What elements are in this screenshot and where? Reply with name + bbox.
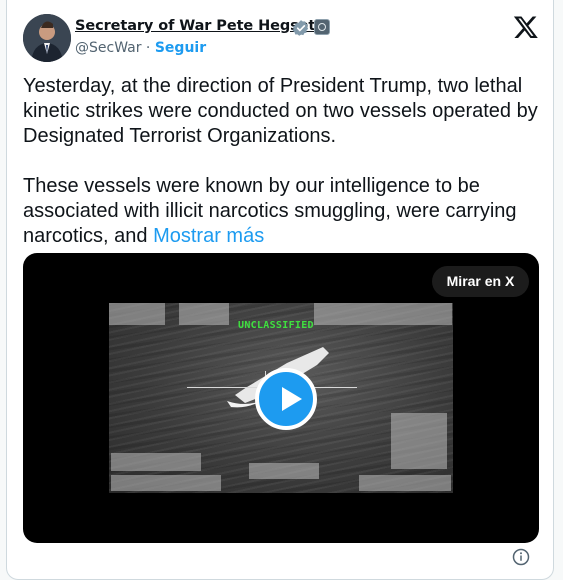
- embedded-post-card: Secretary of War Pete Hegseth @SecWar · …: [6, 0, 554, 580]
- tweet-paragraph-2: These vessels were known by our intellig…: [23, 174, 543, 249]
- play-button[interactable]: [255, 368, 317, 430]
- affiliation-badge-icon[interactable]: [314, 19, 330, 35]
- verified-badge-icon: [292, 20, 309, 36]
- redaction-box: [359, 475, 451, 491]
- tweet-paragraph-1: Yesterday, at the direction of President…: [23, 75, 538, 147]
- show-more-link[interactable]: Mostrar más: [153, 225, 264, 247]
- unclassified-label: UNCLASSIFIED: [238, 320, 314, 331]
- tweet-paragraph-2-text: These vessels were known by our intellig…: [23, 175, 517, 247]
- handle-separator: ·: [141, 40, 155, 56]
- x-logo-icon[interactable]: [513, 14, 539, 40]
- avatar[interactable]: [23, 14, 71, 62]
- redaction-box: [179, 303, 229, 325]
- author-name[interactable]: Secretary of War Pete Hegseth: [75, 18, 326, 34]
- redaction-box: [391, 413, 447, 469]
- redaction-box: [111, 475, 221, 491]
- tweet-text: Yesterday, at the direction of President…: [23, 74, 543, 249]
- video-player[interactable]: UNCLASSIFIED Mirar en X: [23, 253, 539, 543]
- handle-row: @SecWar · Seguir: [75, 40, 206, 56]
- info-icon[interactable]: [512, 548, 530, 566]
- watch-on-x-button[interactable]: Mirar en X: [432, 266, 529, 297]
- author-handle[interactable]: @SecWar: [75, 40, 141, 56]
- redaction-box: [111, 453, 201, 471]
- redaction-box: [249, 463, 319, 479]
- redaction-box: [109, 303, 165, 325]
- follow-link[interactable]: Seguir: [155, 40, 206, 56]
- redaction-box: [314, 303, 452, 325]
